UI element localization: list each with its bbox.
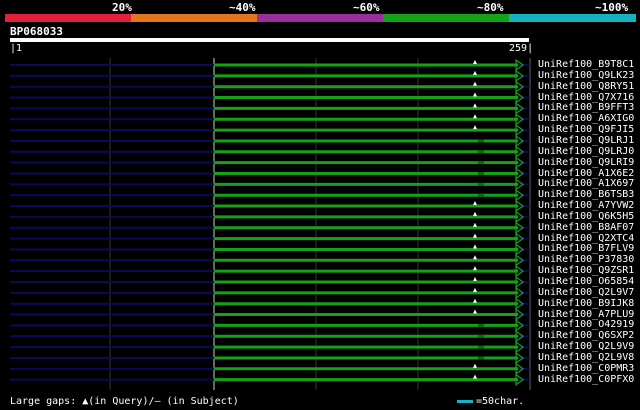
- hit-label[interactable]: UniRef100_Q9LRJ0: [538, 146, 634, 157]
- query-gap-marker: [473, 60, 477, 64]
- query-gap-marker: [473, 374, 477, 379]
- query-gap-marker: [473, 233, 477, 238]
- query-gap-marker: [473, 114, 477, 119]
- hit-label[interactable]: UniRef100_A7PLU9: [538, 309, 634, 320]
- hit-label[interactable]: UniRef100_Q7X716: [538, 92, 634, 103]
- query-gap-marker: [473, 363, 477, 368]
- hit-label[interactable]: UniRef100_B8AF07: [538, 222, 634, 233]
- hit-label[interactable]: UniRef100_Q9FJI5: [538, 125, 634, 135]
- query-gap-marker: [473, 277, 477, 281]
- hit-label[interactable]: UniRef100_P37830: [538, 255, 634, 265]
- query-gap-marker: [473, 266, 477, 271]
- hit-label[interactable]: UniRef100_Q8RY51: [538, 81, 634, 92]
- scale-label: =50char.: [476, 396, 525, 407]
- query-gap-marker: [473, 298, 477, 303]
- query-gap-marker: [473, 255, 477, 260]
- hit-label[interactable]: UniRef100_Q9LRI9: [538, 157, 634, 168]
- hit-label[interactable]: UniRef100_Q2L9V7: [538, 287, 634, 298]
- hit-label[interactable]: UniRef100_Q6K5H5: [538, 211, 634, 222]
- query-gap-marker: [473, 201, 477, 206]
- hit-label[interactable]: UniRef100_Q9LK23: [538, 70, 634, 81]
- hit-label[interactable]: UniRef100_B6TSB3: [538, 190, 634, 200]
- hit-label[interactable]: UniRef100_A7YVW2: [538, 201, 634, 211]
- hit-label[interactable]: UniRef100_Q2XTC4: [538, 233, 634, 244]
- hit-label[interactable]: UniRef100_Q2L9V9: [538, 342, 634, 352]
- query-gap-marker: [473, 244, 477, 249]
- hit-label[interactable]: UniRef100_Q6SXP2: [538, 331, 634, 341]
- query-gap-marker: [473, 287, 477, 292]
- hit-label[interactable]: UniRef100_A1X6E2: [538, 168, 634, 179]
- hit-label[interactable]: UniRef100_B9T8C1: [538, 60, 634, 70]
- query-gap-marker: [473, 211, 477, 216]
- hit-label[interactable]: UniRef100_B9IJK8: [538, 298, 634, 309]
- hit-label[interactable]: UniRef100_Q9ZSR1: [538, 266, 634, 276]
- hit-label[interactable]: UniRef100_A1X697: [538, 179, 634, 189]
- scale-bar: [457, 400, 473, 403]
- query-gap-marker: [473, 81, 477, 86]
- query-gap-marker: [473, 125, 477, 130]
- hit-label[interactable]: UniRef100_C0PMR3: [538, 363, 634, 374]
- hit-label[interactable]: UniRef100_B9FFT3: [538, 103, 634, 113]
- query-gap-marker: [473, 92, 477, 97]
- hit-label[interactable]: UniRef100_Q9LRJ1: [538, 135, 634, 146]
- hit-label[interactable]: UniRef100_C0PFX0: [538, 374, 634, 385]
- large-gaps-legend: Large gaps: ▲(in Query)/– (in Subject): [10, 396, 239, 407]
- query-gap-marker: [473, 309, 477, 314]
- hit-label[interactable]: UniRef100_Q2L9V8: [538, 352, 634, 363]
- hit-label[interactable]: UniRef100_O65854: [538, 277, 634, 287]
- query-gap-marker: [473, 222, 477, 227]
- hit-label[interactable]: UniRef100_O42919: [538, 320, 634, 330]
- hit-label[interactable]: UniRef100_A6XIG0: [538, 114, 634, 124]
- query-gap-marker: [473, 70, 477, 75]
- query-gap-marker: [473, 103, 477, 108]
- hit-label[interactable]: UniRef100_B7FLV9: [538, 244, 634, 254]
